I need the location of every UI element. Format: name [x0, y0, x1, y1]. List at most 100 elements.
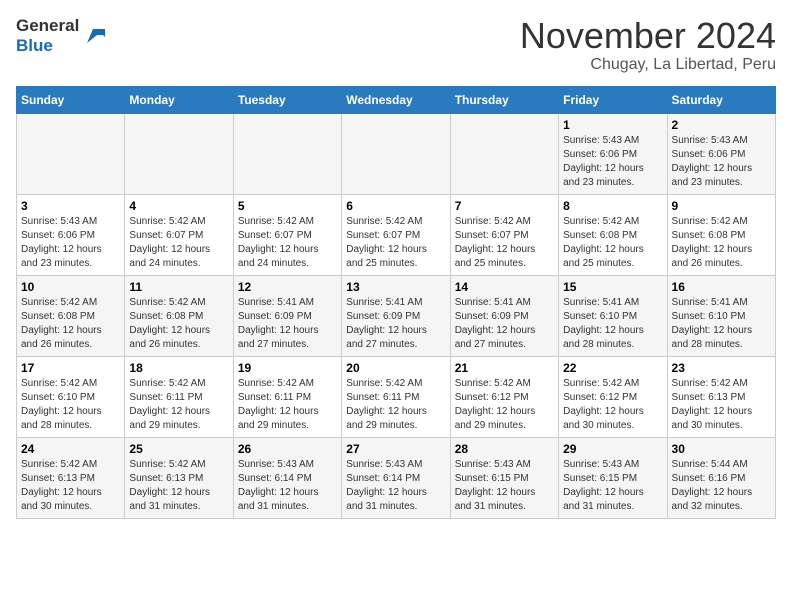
day-number: 9 — [672, 199, 771, 213]
day-number: 5 — [238, 199, 337, 213]
day-info: Sunrise: 5:42 AM Sunset: 6:08 PM Dayligh… — [563, 215, 662, 271]
calendar-cell: 25 Sunrise: 5:42 AM Sunset: 6:13 PM Dayli… — [125, 437, 233, 518]
day-info: Sunrise: 5:42 AM Sunset: 6:13 PM Dayligh… — [21, 458, 120, 514]
day-info: Sunrise: 5:42 AM Sunset: 6:10 PM Dayligh… — [21, 377, 120, 433]
day-info: Sunrise: 5:42 AM Sunset: 6:11 PM Dayligh… — [238, 377, 337, 433]
day-number: 20 — [346, 361, 445, 375]
day-info: Sunrise: 5:43 AM Sunset: 6:14 PM Dayligh… — [346, 458, 445, 514]
calendar-cell: 8 Sunrise: 5:42 AM Sunset: 6:08 PM Daylig… — [559, 194, 667, 275]
day-info: Sunrise: 5:43 AM Sunset: 6:15 PM Dayligh… — [455, 458, 554, 514]
logo-text: General Blue — [16, 16, 79, 55]
day-info: Sunrise: 5:42 AM Sunset: 6:13 PM Dayligh… — [129, 458, 228, 514]
calendar-cell: 16 Sunrise: 5:41 AM Sunset: 6:10 PM Dayli… — [667, 275, 775, 356]
calendar-cell: 30 Sunrise: 5:44 AM Sunset: 6:16 PM Dayli… — [667, 437, 775, 518]
day-number: 13 — [346, 280, 445, 294]
day-info: Sunrise: 5:41 AM Sunset: 6:10 PM Dayligh… — [563, 296, 662, 352]
weekday-header-row: SundayMondayTuesdayWednesdayThursdayFrid… — [17, 86, 776, 113]
calendar-cell — [342, 113, 450, 194]
day-info: Sunrise: 5:41 AM Sunset: 6:09 PM Dayligh… — [455, 296, 554, 352]
day-info: Sunrise: 5:44 AM Sunset: 6:16 PM Dayligh… — [672, 458, 771, 514]
day-info: Sunrise: 5:43 AM Sunset: 6:06 PM Dayligh… — [672, 134, 771, 190]
calendar-cell: 5 Sunrise: 5:42 AM Sunset: 6:07 PM Daylig… — [233, 194, 341, 275]
calendar-week-row: 17 Sunrise: 5:42 AM Sunset: 6:10 PM Dayli… — [17, 356, 776, 437]
calendar-cell: 7 Sunrise: 5:42 AM Sunset: 6:07 PM Daylig… — [450, 194, 558, 275]
day-number: 8 — [563, 199, 662, 213]
day-info: Sunrise: 5:42 AM Sunset: 6:07 PM Dayligh… — [129, 215, 228, 271]
calendar-cell: 21 Sunrise: 5:42 AM Sunset: 6:12 PM Dayli… — [450, 356, 558, 437]
logo-arrow-icon — [83, 25, 105, 47]
day-number: 4 — [129, 199, 228, 213]
calendar-week-row: 10 Sunrise: 5:42 AM Sunset: 6:08 PM Dayli… — [17, 275, 776, 356]
weekday-header: Sunday — [17, 86, 125, 113]
day-number: 19 — [238, 361, 337, 375]
calendar-cell — [125, 113, 233, 194]
day-number: 12 — [238, 280, 337, 294]
calendar-week-row: 24 Sunrise: 5:42 AM Sunset: 6:13 PM Dayli… — [17, 437, 776, 518]
day-info: Sunrise: 5:41 AM Sunset: 6:10 PM Dayligh… — [672, 296, 771, 352]
day-info: Sunrise: 5:42 AM Sunset: 6:12 PM Dayligh… — [455, 377, 554, 433]
day-info: Sunrise: 5:43 AM Sunset: 6:06 PM Dayligh… — [563, 134, 662, 190]
day-info: Sunrise: 5:42 AM Sunset: 6:08 PM Dayligh… — [21, 296, 120, 352]
calendar-cell: 23Sunrise: 5:42 AM Sunset: 6:13 PM Dayli… — [667, 356, 775, 437]
day-number: 7 — [455, 199, 554, 213]
calendar-cell: 22Sunrise: 5:42 AM Sunset: 6:12 PM Dayli… — [559, 356, 667, 437]
day-info: Sunrise: 5:42 AM Sunset: 6:07 PM Dayligh… — [455, 215, 554, 271]
weekday-header: Saturday — [667, 86, 775, 113]
calendar-cell: 4 Sunrise: 5:42 AM Sunset: 6:07 PM Daylig… — [125, 194, 233, 275]
calendar-cell: 13 Sunrise: 5:41 AM Sunset: 6:09 PM Dayli… — [342, 275, 450, 356]
calendar-cell: 10 Sunrise: 5:42 AM Sunset: 6:08 PM Dayli… — [17, 275, 125, 356]
calendar-cell — [450, 113, 558, 194]
calendar-cell: 17 Sunrise: 5:42 AM Sunset: 6:10 PM Dayli… — [17, 356, 125, 437]
calendar-cell: 19 Sunrise: 5:42 AM Sunset: 6:11 PM Dayli… — [233, 356, 341, 437]
calendar-subtitle: Chugay, La Libertad, Peru — [520, 56, 776, 74]
page-header: General Blue November 2024 Chugay, La Li… — [16, 16, 776, 74]
day-number: 3 — [21, 199, 120, 213]
day-number: 21 — [455, 361, 554, 375]
day-number: 10 — [21, 280, 120, 294]
day-number: 1 — [563, 118, 662, 132]
day-number: 24 — [21, 442, 120, 456]
day-number: 23 — [672, 361, 771, 375]
calendar-cell: 6 Sunrise: 5:42 AM Sunset: 6:07 PM Daylig… — [342, 194, 450, 275]
weekday-header: Wednesday — [342, 86, 450, 113]
weekday-header: Monday — [125, 86, 233, 113]
day-number: 6 — [346, 199, 445, 213]
calendar-week-row: 3Sunrise: 5:43 AM Sunset: 6:06 PM Daylig… — [17, 194, 776, 275]
day-info: Sunrise: 5:42 AM Sunset: 6:07 PM Dayligh… — [238, 215, 337, 271]
calendar-cell — [17, 113, 125, 194]
day-info: Sunrise: 5:42 AM Sunset: 6:11 PM Dayligh… — [346, 377, 445, 433]
calendar-cell: 2 Sunrise: 5:43 AM Sunset: 6:06 PM Daylig… — [667, 113, 775, 194]
day-number: 17 — [21, 361, 120, 375]
day-info: Sunrise: 5:41 AM Sunset: 6:09 PM Dayligh… — [238, 296, 337, 352]
calendar-cell: 18 Sunrise: 5:42 AM Sunset: 6:11 PM Dayli… — [125, 356, 233, 437]
calendar-cell: 3Sunrise: 5:43 AM Sunset: 6:06 PM Daylig… — [17, 194, 125, 275]
title-block: November 2024 Chugay, La Libertad, Peru — [520, 16, 776, 74]
day-info: Sunrise: 5:41 AM Sunset: 6:09 PM Dayligh… — [346, 296, 445, 352]
day-number: 18 — [129, 361, 228, 375]
day-info: Sunrise: 5:42 AM Sunset: 6:11 PM Dayligh… — [129, 377, 228, 433]
calendar-cell: 27 Sunrise: 5:43 AM Sunset: 6:14 PM Dayli… — [342, 437, 450, 518]
calendar-cell: 1 Sunrise: 5:43 AM Sunset: 6:06 PM Daylig… — [559, 113, 667, 194]
logo: General Blue — [16, 16, 105, 55]
calendar-cell: 24 Sunrise: 5:42 AM Sunset: 6:13 PM Dayli… — [17, 437, 125, 518]
day-number: 16 — [672, 280, 771, 294]
calendar-cell: 14Sunrise: 5:41 AM Sunset: 6:09 PM Dayli… — [450, 275, 558, 356]
day-number: 11 — [129, 280, 228, 294]
calendar-cell: 11 Sunrise: 5:42 AM Sunset: 6:08 PM Dayli… — [125, 275, 233, 356]
calendar-cell: 28Sunrise: 5:43 AM Sunset: 6:15 PM Dayli… — [450, 437, 558, 518]
day-number: 27 — [346, 442, 445, 456]
calendar-title: November 2024 — [520, 16, 776, 56]
day-number: 26 — [238, 442, 337, 456]
day-number: 29 — [563, 442, 662, 456]
day-info: Sunrise: 5:42 AM Sunset: 6:08 PM Dayligh… — [672, 215, 771, 271]
day-info: Sunrise: 5:43 AM Sunset: 6:15 PM Dayligh… — [563, 458, 662, 514]
day-number: 25 — [129, 442, 228, 456]
day-number: 15 — [563, 280, 662, 294]
day-info: Sunrise: 5:43 AM Sunset: 6:14 PM Dayligh… — [238, 458, 337, 514]
day-number: 30 — [672, 442, 771, 456]
calendar-cell: 15 Sunrise: 5:41 AM Sunset: 6:10 PM Dayli… — [559, 275, 667, 356]
day-info: Sunrise: 5:42 AM Sunset: 6:08 PM Dayligh… — [129, 296, 228, 352]
calendar-cell: 9 Sunrise: 5:42 AM Sunset: 6:08 PM Daylig… — [667, 194, 775, 275]
day-info: Sunrise: 5:42 AM Sunset: 6:07 PM Dayligh… — [346, 215, 445, 271]
day-number: 2 — [672, 118, 771, 132]
